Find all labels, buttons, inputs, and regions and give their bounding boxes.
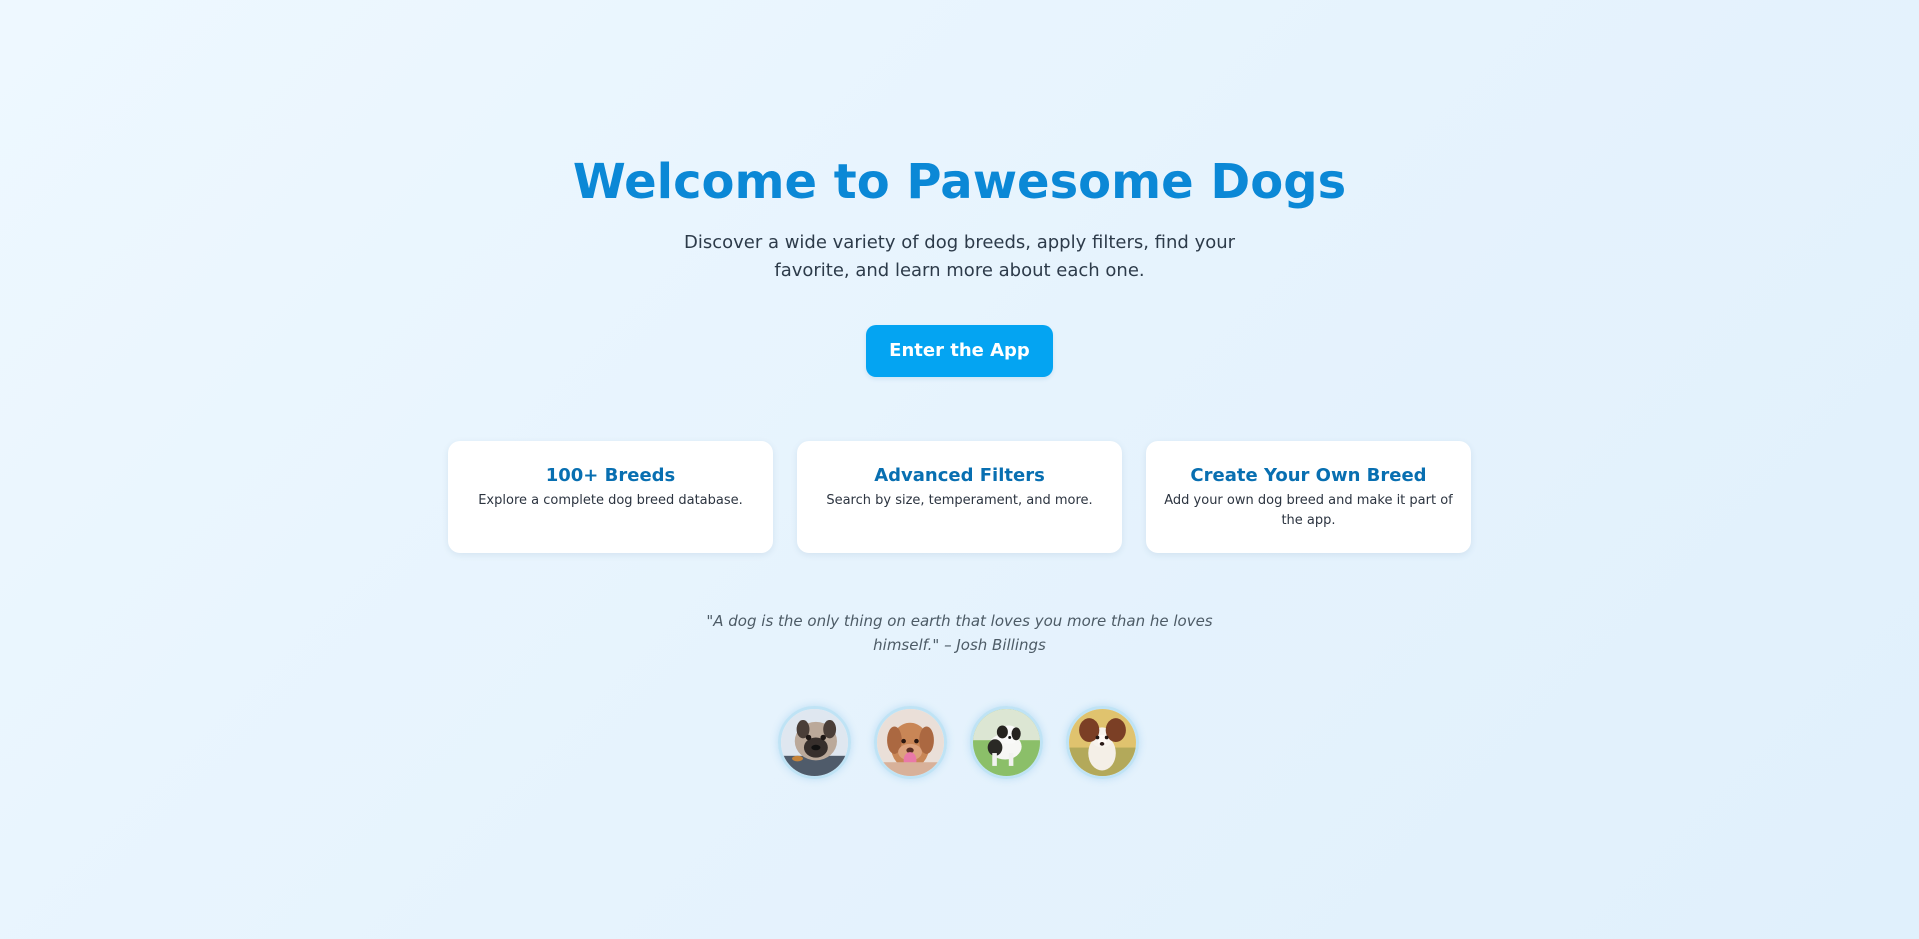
feature-card-breeds: 100+ Breeds Explore a complete dog breed… [448, 441, 773, 553]
cta-container: Enter the App [0, 325, 1919, 377]
landing-page: Welcome to Pawesome Dogs Discover a wide… [0, 0, 1919, 939]
feature-card-create-breed: Create Your Own Breed Add your own dog b… [1146, 441, 1471, 553]
dog-gallery [778, 706, 1140, 784]
page-title: Welcome to Pawesome Dogs [572, 154, 1347, 210]
feature-card-filters: Advanced Filters Search by size, tempera… [797, 441, 1122, 553]
feature-card-title: Create Your Own Breed [1190, 465, 1427, 486]
hero-section: Welcome to Pawesome Dogs Discover a wide… [0, 150, 1919, 285]
enter-app-button[interactable]: Enter the App [866, 325, 1053, 377]
feature-card-title: Advanced Filters [874, 465, 1045, 486]
pug-avatar [778, 706, 851, 779]
feature-card-description: Explore a complete dog breed database. [478, 493, 743, 508]
retriever-avatar [874, 706, 947, 779]
border-collie-photo-icon [973, 709, 1040, 776]
papillon-photo-icon [1069, 709, 1136, 776]
feature-cards: 100+ Breeds Explore a complete dog breed… [448, 441, 1472, 553]
border-collie-avatar [970, 706, 1043, 779]
pug-photo-icon [781, 709, 848, 776]
feature-card-title: 100+ Breeds [545, 465, 676, 486]
feature-card-description: Search by size, temperament, and more. [826, 493, 1093, 508]
papillon-avatar [1066, 706, 1139, 779]
retriever-photo-icon [877, 709, 944, 776]
hero-subtitle: Discover a wide variety of dog breeds, a… [683, 232, 1236, 281]
feature-card-description: Add your own dog breed and make it part … [1164, 493, 1453, 528]
dog-quote: "A dog is the only thing on earth that l… [706, 612, 1213, 654]
